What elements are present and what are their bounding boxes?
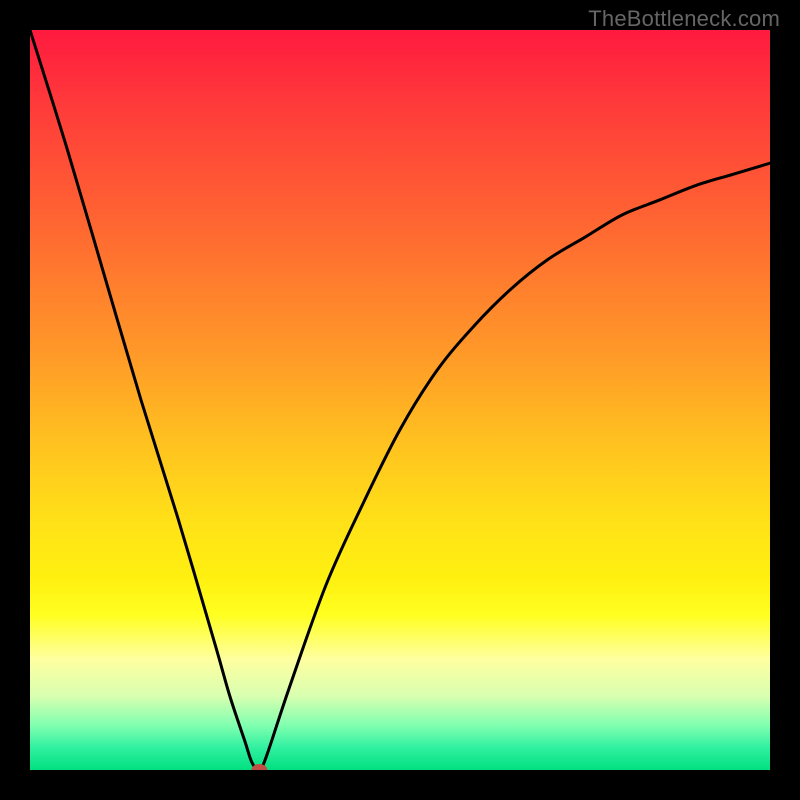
plot-area: [30, 30, 770, 770]
chart-stage: TheBottleneck.com: [0, 0, 800, 800]
watermark-text: TheBottleneck.com: [588, 6, 780, 32]
bottleneck-curve: [30, 30, 770, 770]
curve-path: [30, 30, 770, 770]
